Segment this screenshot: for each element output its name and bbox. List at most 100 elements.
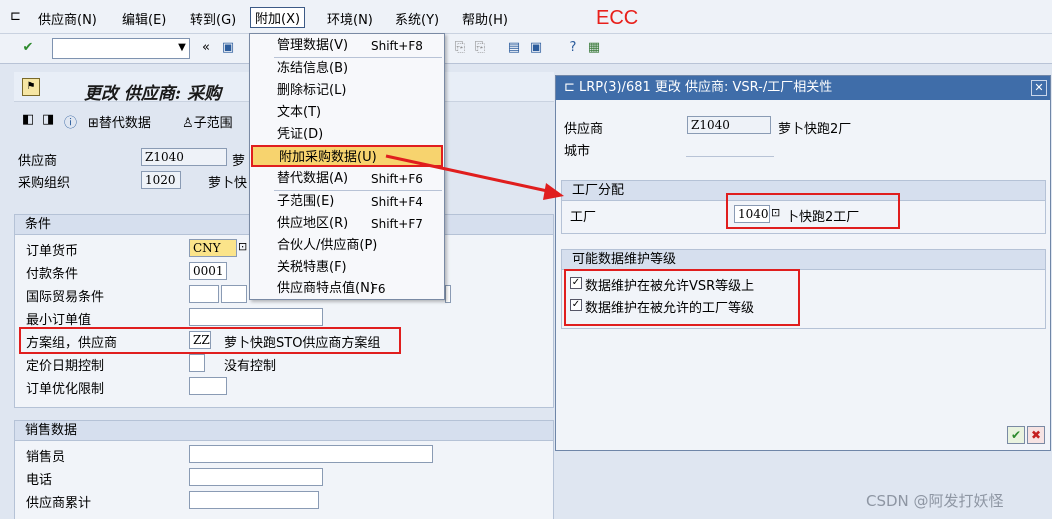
menu-item-label: 文本(T) [277, 105, 322, 120]
confirm-check-icon[interactable]: ✔ [1007, 426, 1025, 444]
currency-f4-icon[interactable]: ⊡ [238, 240, 247, 253]
vendor-field[interactable]: Z1040 [141, 148, 227, 166]
menu-item-label: 替代数据(A) [277, 171, 349, 186]
vendor-acc-field[interactable] [189, 491, 319, 509]
menu-item-label: 供应地区(R) [277, 216, 349, 231]
optim-label: 订单优化限制 [26, 382, 105, 397]
vendor-label: 供应商 [18, 154, 58, 169]
page-title: 更改 供应商: 采购 [84, 84, 222, 104]
monitor-icon[interactable]: ▦ [586, 40, 602, 56]
pricing-desc: 没有控制 [224, 359, 277, 374]
menu-environment[interactable]: 环境(N) [327, 9, 373, 28]
dialog-vendor-name: 萝卜快跑2厂 [778, 122, 852, 137]
dialog-title-bar: ⊏ LRP(3)/681 更改 供应商: VSR-/工厂相关性 ✕ [556, 76, 1050, 100]
plant-dependency-dialog: ⊏ LRP(3)/681 更改 供应商: VSR-/工厂相关性 ✕ 供应商 Z1… [555, 75, 1051, 451]
salesperson-field[interactable] [189, 445, 433, 463]
optim-field[interactable] [189, 377, 227, 395]
payment-field[interactable]: 0001 [189, 262, 227, 280]
menu-vendor[interactable]: 供应商(N) [38, 9, 97, 28]
subrange-button[interactable]: ♙子范围 [182, 112, 233, 131]
min-order-label: 最小订单值 [26, 313, 92, 328]
maintenance-level-header: 可能数据维护等级 [562, 250, 1045, 270]
subrange-label: 子范围 [193, 116, 233, 131]
app-icon: ⚑ [22, 78, 40, 96]
watermark: CSDN @阿发打妖怪 [866, 492, 1004, 510]
incoterms-field-2[interactable] [221, 285, 247, 303]
menu-extras[interactable]: 附加(X) [250, 7, 306, 28]
menu-item-block-info[interactable]: 冻结信息(B) [251, 58, 443, 80]
arrow-head [543, 183, 564, 200]
phone-label: 电话 [26, 473, 53, 488]
vendor-name: 萝 [232, 154, 246, 169]
menu-item-shortcut: F6 [371, 282, 386, 296]
dialog-title: LRP(3)/681 更改 供应商: VSR-/工厂相关性 [579, 80, 833, 95]
menu-item-label: 关税特惠(F) [277, 260, 347, 275]
window-icon[interactable]: ▣ [528, 40, 544, 56]
menu-item-deletion-flag[interactable]: 删除标记(L) [251, 80, 443, 102]
menu-bar: ⊏ 供应商(N) 编辑(E) 转到(G) 附加(X) 环境(N) 系统(Y) 帮… [0, 0, 1052, 34]
shortcut-alt-icon[interactable]: ⎘ [472, 40, 488, 56]
sales-header: 销售数据 [15, 421, 553, 441]
salesperson-label: 销售员 [26, 450, 66, 465]
city-divider [686, 156, 774, 157]
menu-system[interactable]: 系统(Y) [395, 9, 439, 28]
alt-data-label: 替代数据 [98, 116, 151, 131]
cancel-x-icon[interactable]: ✖ [1027, 426, 1045, 444]
menu-item-label: 凭证(D) [277, 127, 324, 142]
command-field[interactable] [52, 38, 190, 59]
menu-help[interactable]: 帮助(H) [462, 9, 508, 28]
menu-item-partners[interactable]: 合伙人/供应商(P) [251, 235, 443, 257]
vendor-acc-label: 供应商累计 [26, 496, 92, 511]
help-icon[interactable]: ? [565, 40, 581, 56]
save-icon[interactable]: ▣ [220, 40, 236, 56]
menu-item-label: 子范围(E) [277, 194, 335, 209]
menu-edit[interactable]: 编辑(E) [122, 9, 166, 28]
incoterms-field-1[interactable] [189, 285, 219, 303]
menu-goto[interactable]: 转到(G) [190, 9, 236, 28]
menu-item-label: 删除标记(L) [277, 83, 347, 98]
dialog-vendor-label: 供应商 [564, 122, 604, 137]
menu-item-texts[interactable]: 文本(T) [251, 102, 443, 124]
shortcut-icon[interactable]: ⎘ [452, 40, 468, 56]
incoterms-label: 国际贸易条件 [26, 290, 105, 305]
info-icon[interactable]: ⓘ [64, 112, 77, 131]
min-order-field[interactable] [189, 308, 323, 326]
arrow-shaft [385, 154, 553, 194]
menu-item-supply-regions[interactable]: 供应地区(R) Shift+F7 [251, 213, 443, 235]
menu-item-label: 冻结信息(B) [277, 61, 349, 76]
pricing-field[interactable] [189, 354, 205, 372]
prev-icon[interactable]: ◧ [22, 112, 34, 127]
menu-exit-icon[interactable]: ⊏ [10, 9, 21, 24]
menu-item-label: 合伙人/供应商(P) [277, 238, 378, 253]
menu-item-shortcut: Shift+F7 [371, 217, 423, 231]
alt-data-button[interactable]: ⊞替代数据 [88, 112, 151, 131]
menu-item-vendor-characteristics[interactable]: 供应商特点值(N) F6 [251, 278, 443, 300]
enter-check-icon[interactable]: ✔ [20, 40, 36, 56]
purch-org-label: 采购组织 [18, 176, 71, 191]
menu-item-admin-data[interactable]: 管理数据(V) Shift+F8 [251, 35, 443, 57]
menu-item-shortcut: Shift+F8 [371, 39, 423, 53]
pricing-label: 定价日期控制 [26, 359, 105, 374]
incoterms-field-3[interactable] [445, 285, 451, 303]
layout-icon[interactable]: ▤ [506, 40, 522, 56]
menu-item-label: 管理数据(V) [277, 38, 349, 53]
menu-item-tariff-preferences[interactable]: 关税特惠(F) [251, 257, 443, 279]
dialog-vendor-field[interactable]: Z1040 [687, 116, 771, 134]
next-icon[interactable]: ◨ [42, 112, 54, 127]
payment-label: 付款条件 [26, 267, 79, 282]
command-dropdown-icon[interactable]: ▼ [174, 40, 190, 56]
purch-org-name: 萝卜快 [208, 176, 248, 191]
menu-item-label: 供应商特点值(N) [277, 281, 375, 296]
phone-field[interactable] [189, 468, 323, 486]
currency-field[interactable]: CNY [189, 239, 237, 257]
schema-highlight [19, 327, 401, 354]
menu-item-label: 附加采购数据(U) [279, 150, 377, 165]
purch-org-field[interactable]: 1020 [141, 171, 181, 189]
plant-highlight [726, 193, 900, 229]
close-icon[interactable]: ✕ [1031, 80, 1047, 96]
dialog-window-icon: ⊏ [564, 80, 580, 95]
currency-label: 订单货币 [26, 244, 79, 259]
ecc-annotation: ECC [596, 7, 639, 29]
back-double-icon[interactable]: « [198, 40, 214, 56]
annotation-arrow [385, 154, 564, 200]
